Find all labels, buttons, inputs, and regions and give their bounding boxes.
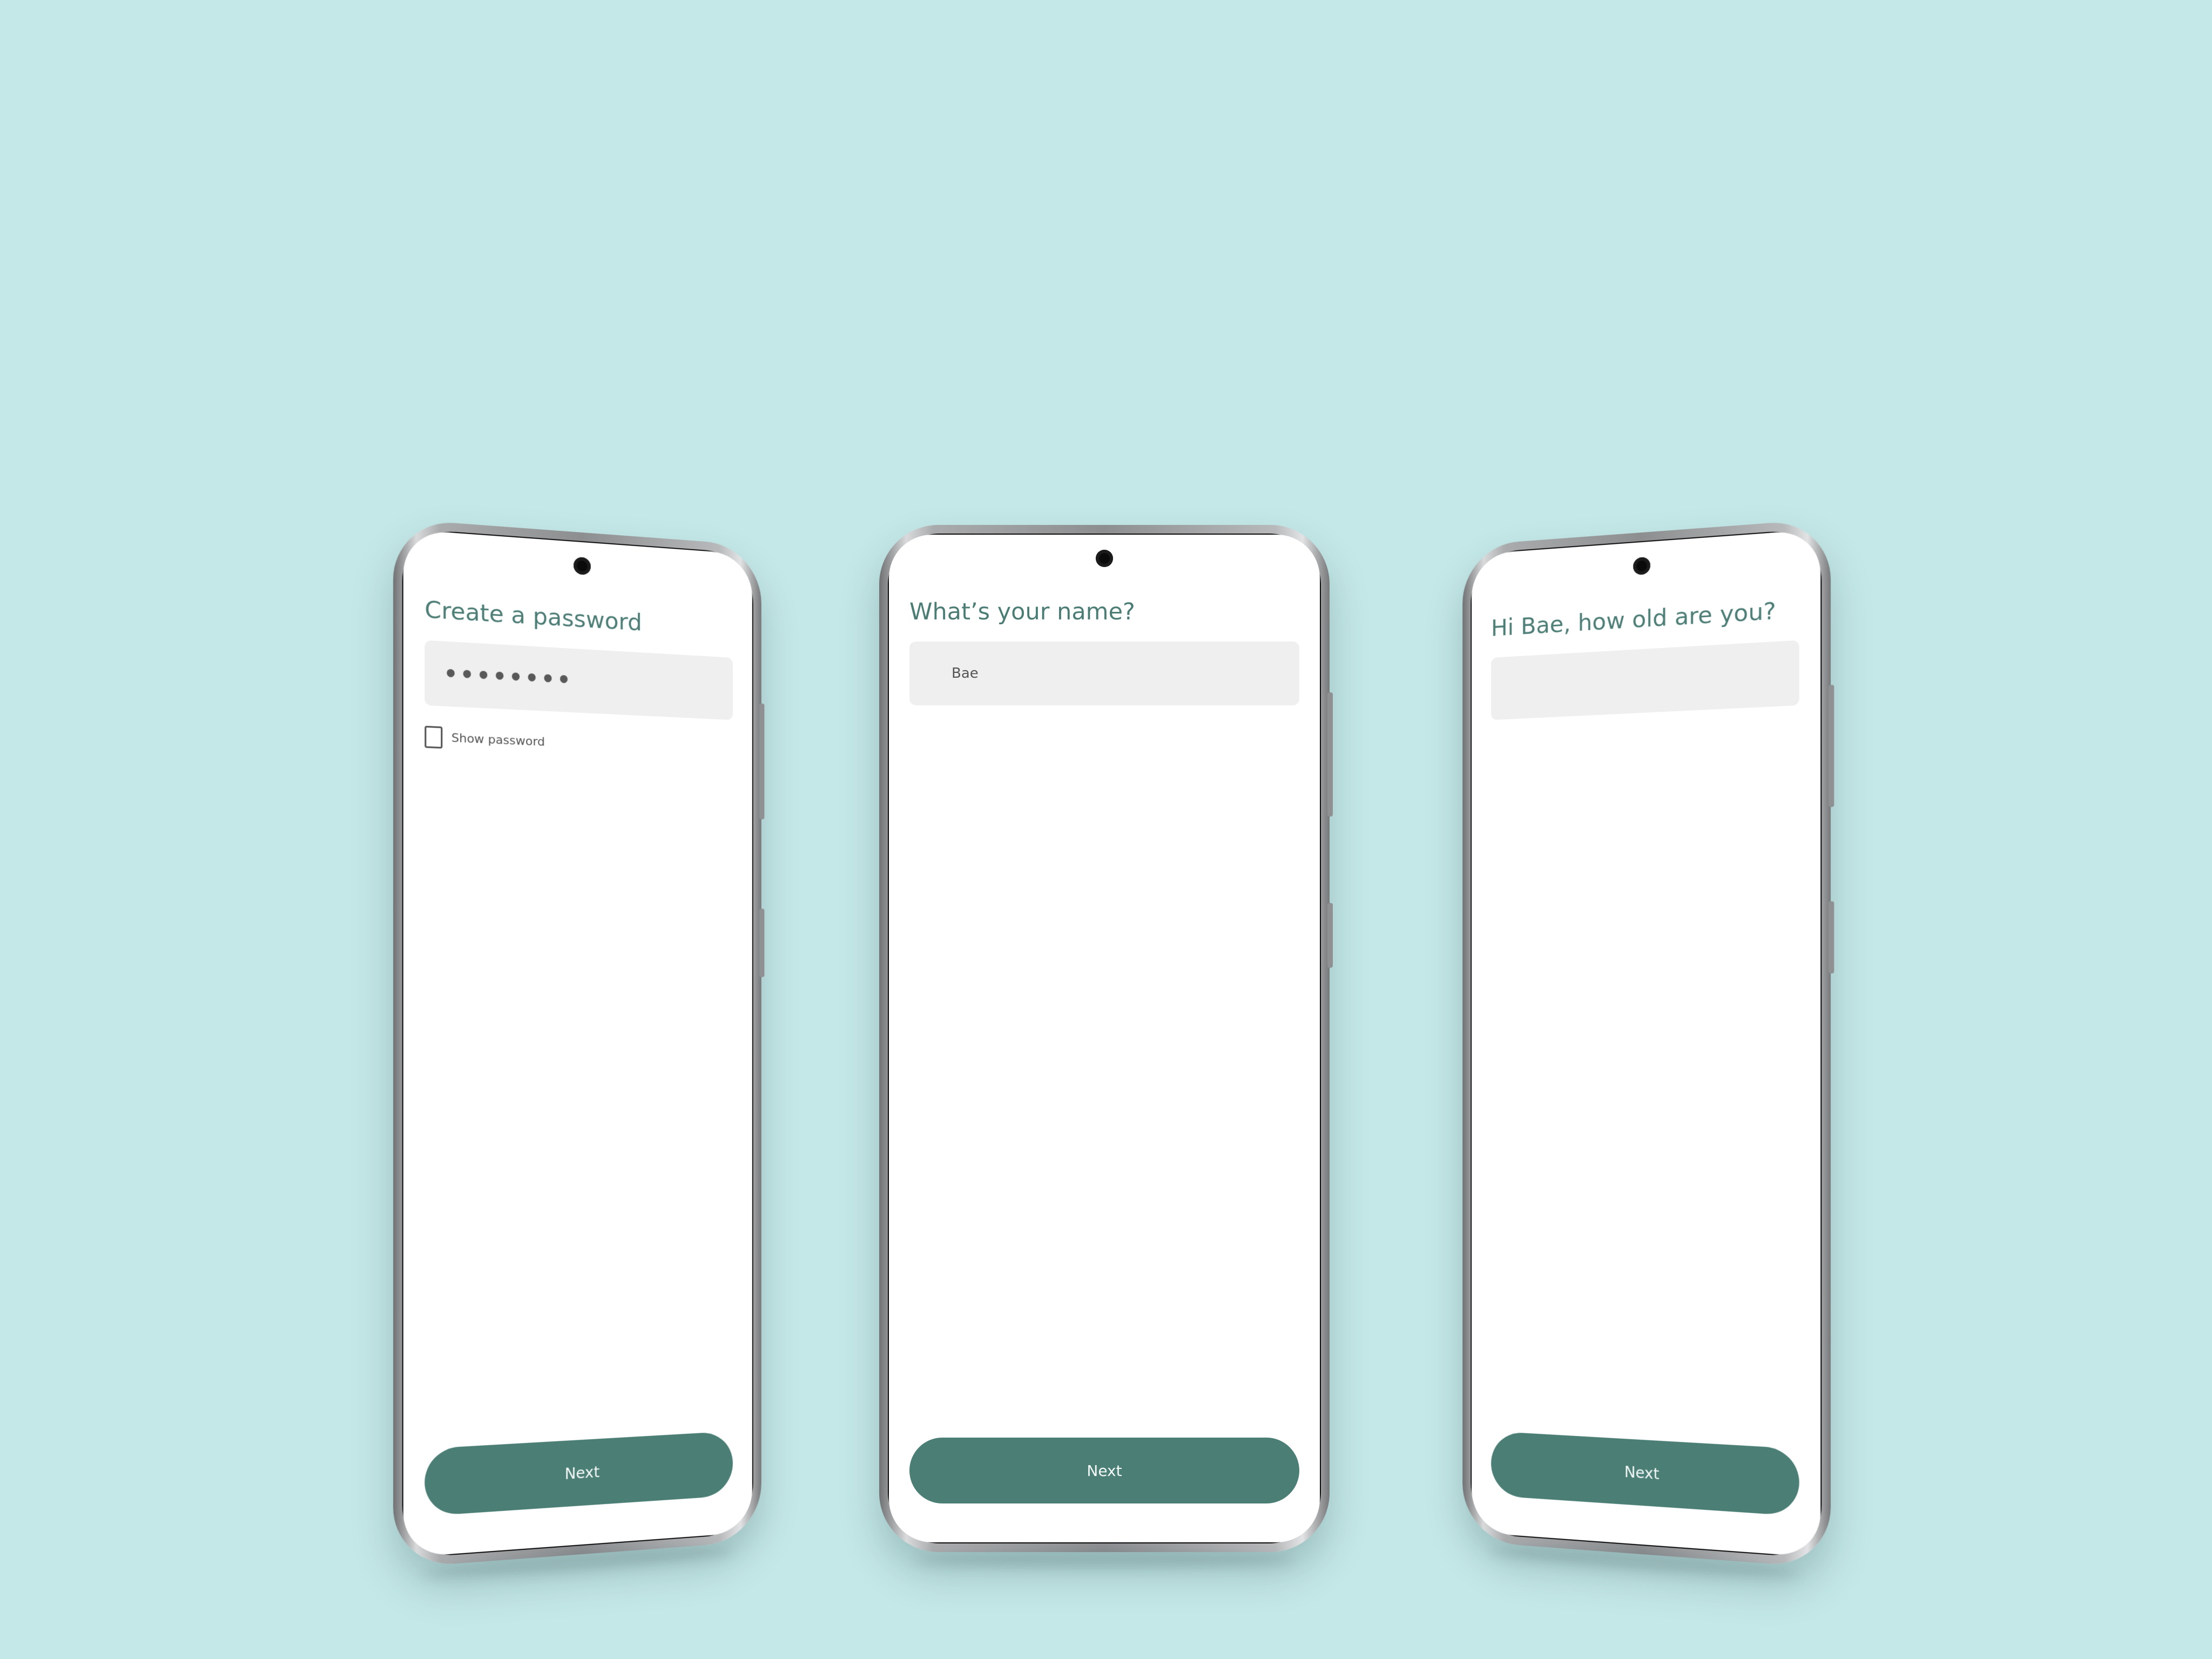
power-button: [759, 909, 764, 977]
camera-icon: [574, 557, 591, 575]
camera-icon: [1096, 550, 1113, 567]
volume-button: [1327, 692, 1333, 817]
show-password-label: Show password: [451, 731, 545, 749]
volume-button: [759, 704, 764, 820]
name-screen: What’s your name? Next: [889, 535, 1320, 1542]
next-button[interactable]: Next: [424, 1431, 733, 1516]
next-button[interactable]: Next: [909, 1438, 1299, 1503]
phone-password: Create a password Show password Next: [393, 518, 761, 1568]
age-screen: Hi Bae, how old are you? Next: [1472, 529, 1820, 1557]
age-input[interactable]: [1491, 640, 1799, 720]
page-title: Hi Bae, how old are you?: [1491, 599, 1776, 640]
name-input[interactable]: [909, 642, 1299, 705]
phone-name: What’s your name? Next: [879, 525, 1330, 1552]
show-password-row[interactable]: Show password: [424, 726, 545, 753]
password-input[interactable]: [424, 640, 733, 720]
next-button[interactable]: Next: [1491, 1431, 1799, 1516]
volume-button: [1829, 685, 1834, 807]
phone-age: Hi Bae, how old are you? Next: [1462, 518, 1831, 1568]
camera-icon: [1633, 557, 1650, 575]
page-title: What’s your name?: [909, 601, 1135, 624]
power-button: [1327, 903, 1333, 968]
power-button: [1829, 901, 1834, 974]
page-title: Create a password: [424, 598, 642, 635]
show-password-checkbox[interactable]: [424, 726, 442, 748]
password-screen: Create a password Show password Next: [403, 529, 752, 1557]
